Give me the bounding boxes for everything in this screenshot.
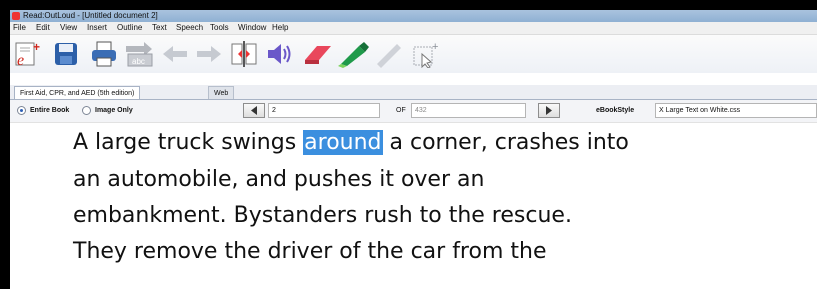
extract-text-button[interactable]: + (407, 37, 443, 71)
image-only-label: Image Only (95, 107, 133, 114)
toolbar: e + abc + (10, 35, 817, 73)
window-title: Read:OutLoud - [Untitled document 2] (23, 11, 158, 20)
eraser-icon (305, 46, 331, 64)
line-1-after-text: a corner, crashes into (382, 130, 629, 155)
menu-window[interactable]: Window (238, 22, 266, 34)
menu-bar: File Edit View Insert Outline Text Speec… (10, 22, 817, 35)
back-button[interactable] (157, 37, 193, 71)
new-ebook-icon: e + (15, 40, 40, 69)
menu-speech[interactable]: Speech (176, 22, 203, 34)
split-page-button[interactable] (226, 37, 262, 71)
image-only-radio[interactable] (82, 106, 91, 115)
new-ebook-button[interactable]: e + (10, 37, 46, 71)
next-page-icon (546, 106, 552, 115)
eraser-button[interactable] (300, 37, 336, 71)
previous-page-button[interactable] (243, 103, 265, 118)
menu-help[interactable]: Help (272, 22, 288, 34)
convert-abc-button[interactable]: abc (122, 37, 158, 71)
menu-tools[interactable]: Tools (210, 22, 229, 34)
menu-file[interactable]: File (13, 22, 26, 34)
title-bar: Read:OutLoud - [Untitled document 2] (10, 10, 817, 22)
save-button[interactable] (48, 37, 84, 71)
speak-button[interactable] (262, 37, 298, 71)
svg-text:+: + (432, 41, 438, 53)
tab-first-aid-book[interactable]: First Aid, CPR, and AED (5th edition) (14, 86, 141, 99)
green-highlighter-icon (338, 42, 369, 68)
text-line-3: embankment. Bystanders rush to the rescu… (73, 203, 572, 228)
next-page-button[interactable] (538, 103, 560, 118)
speaker-icon (268, 44, 291, 64)
split-page-icon (231, 41, 257, 67)
document-tabs: First Aid, CPR, and AED (5th edition) We… (10, 85, 817, 100)
menu-outline[interactable]: Outline (117, 22, 142, 34)
svg-text:e: e (17, 52, 24, 69)
text-line-4: They remove the driver of the car from t… (73, 239, 547, 264)
menu-edit[interactable]: Edit (36, 22, 50, 34)
ebook-style-select[interactable]: X Large Text on White.css (655, 103, 817, 118)
forward-button[interactable] (191, 37, 227, 71)
text-line-1: A large truck swings around a corner, cr… (73, 128, 629, 158)
forward-arrow-icon (197, 46, 221, 62)
app-window: Read:OutLoud - [Untitled document 2] Fil… (10, 10, 817, 289)
entire-book-radio[interactable] (17, 106, 26, 115)
navigation-bar: Entire Book Image Only 2 OF 432 eBookSty… (10, 100, 817, 123)
page-number-input[interactable]: 2 (268, 103, 380, 118)
extract-text-icon: + (413, 41, 438, 68)
convert-abc-icon: abc (126, 42, 153, 67)
menu-text[interactable]: Text (152, 22, 167, 34)
print-icon (92, 41, 116, 67)
svg-text:+: + (33, 40, 40, 54)
green-highlighter-button[interactable] (335, 37, 371, 71)
highlighter-pen-button[interactable] (371, 37, 407, 71)
svg-text:abc: abc (132, 57, 145, 66)
entire-book-label: Entire Book (30, 107, 70, 114)
line-1-before-text: A large truck swings (73, 130, 304, 155)
previous-page-icon (251, 106, 257, 115)
ebook-style-label: eBookStyle (596, 107, 635, 114)
save-icon (55, 43, 77, 65)
print-button[interactable] (86, 37, 122, 71)
menu-insert[interactable]: Insert (87, 22, 107, 34)
app-icon (12, 12, 20, 20)
highlighted-word: around (303, 130, 383, 155)
of-label: OF (396, 107, 406, 114)
menu-view[interactable]: View (60, 22, 77, 34)
total-pages-field: 432 (411, 103, 526, 118)
reading-pane: A large truck swings around a corner, cr… (10, 123, 817, 289)
tab-web[interactable]: Web (208, 86, 235, 99)
back-arrow-icon (163, 46, 187, 62)
highlighter-pen-icon (377, 44, 401, 68)
text-line-2: an automobile, and pushes it over an (73, 167, 485, 192)
